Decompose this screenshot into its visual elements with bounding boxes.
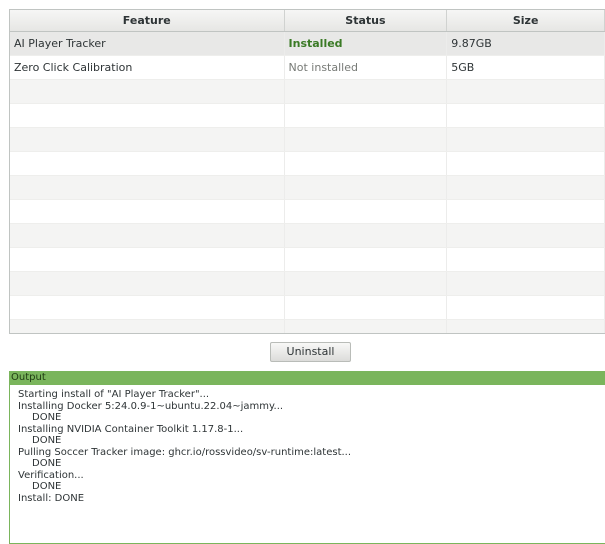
empty-row: [10, 200, 605, 224]
output-label: Output: [9, 371, 605, 384]
empty-cell: [447, 152, 605, 175]
size-cell: 9.87GB: [447, 32, 605, 55]
empty-cell: [447, 320, 605, 333]
output-line: DONE: [32, 435, 62, 446]
empty-cell: [447, 200, 605, 223]
output-line: Installing NVIDIA Container Toolkit 1.17…: [18, 423, 244, 435]
empty-cell: [10, 128, 285, 151]
table-row[interactable]: Zero Click Calibration Not installed 5GB: [10, 56, 605, 80]
output-line: Install: DONE: [18, 492, 85, 504]
table-row[interactable]: AI Player Tracker Installed 9.87GB: [10, 32, 605, 56]
column-header-feature[interactable]: Feature: [10, 10, 285, 31]
output-line: Pulling Soccer Tracker image: ghcr.io/ro…: [18, 446, 352, 458]
empty-cell: [447, 128, 605, 151]
empty-row: [10, 104, 605, 128]
output-log[interactable]: Starting install of "AI Player Tracker".…: [9, 384, 605, 544]
empty-row: [10, 296, 605, 320]
empty-cell: [447, 176, 605, 199]
column-header-status[interactable]: Status: [285, 10, 448, 31]
empty-cell: [10, 296, 285, 319]
empty-cell: [10, 152, 285, 175]
empty-cell: [10, 176, 285, 199]
empty-cell: [10, 80, 285, 103]
empty-cell: [447, 80, 605, 103]
empty-cell: [285, 320, 448, 333]
empty-row: [10, 248, 605, 272]
empty-row: [10, 176, 605, 200]
empty-row: [10, 152, 605, 176]
empty-cell: [285, 272, 448, 295]
feature-cell: Zero Click Calibration: [10, 56, 285, 79]
empty-cell: [10, 320, 285, 333]
empty-row: [10, 224, 605, 248]
table-header: Feature Status Size: [10, 10, 605, 32]
empty-cell: [10, 224, 285, 247]
output-line: DONE: [32, 458, 62, 469]
empty-row: [10, 320, 605, 333]
empty-cell: [10, 248, 285, 271]
empty-cell: [10, 200, 285, 223]
column-header-size[interactable]: Size: [447, 10, 605, 31]
empty-cell: [285, 248, 448, 271]
status-cell: Not installed: [285, 56, 448, 79]
empty-cell: [10, 104, 285, 127]
output-line: Installing Docker 5:24.0.9-1~ubuntu.22.0…: [18, 400, 284, 412]
status-cell: Installed: [285, 32, 448, 55]
empty-row: [10, 80, 605, 104]
empty-cell: [285, 224, 448, 247]
empty-cell: [285, 152, 448, 175]
empty-row: [10, 128, 605, 152]
features-table: Feature Status Size AI Player Tracker In…: [9, 9, 605, 334]
empty-cell: [447, 224, 605, 247]
output-line: Verification...: [18, 469, 84, 481]
output-line: DONE: [32, 412, 62, 423]
empty-cell: [285, 176, 448, 199]
empty-cell: [285, 200, 448, 223]
empty-cell: [447, 272, 605, 295]
empty-cell: [447, 104, 605, 127]
feature-cell: AI Player Tracker: [10, 32, 285, 55]
empty-cell: [447, 296, 605, 319]
empty-row: [10, 272, 605, 296]
empty-cell: [10, 272, 285, 295]
empty-cell: [285, 128, 448, 151]
empty-cell: [285, 80, 448, 103]
empty-cell: [285, 104, 448, 127]
size-cell: 5GB: [447, 56, 605, 79]
empty-cell: [285, 296, 448, 319]
empty-cell: [447, 248, 605, 271]
output-line: Starting install of "AI Player Tracker".…: [18, 389, 210, 400]
uninstall-button[interactable]: Uninstall: [270, 342, 351, 362]
output-line: DONE: [32, 481, 62, 492]
